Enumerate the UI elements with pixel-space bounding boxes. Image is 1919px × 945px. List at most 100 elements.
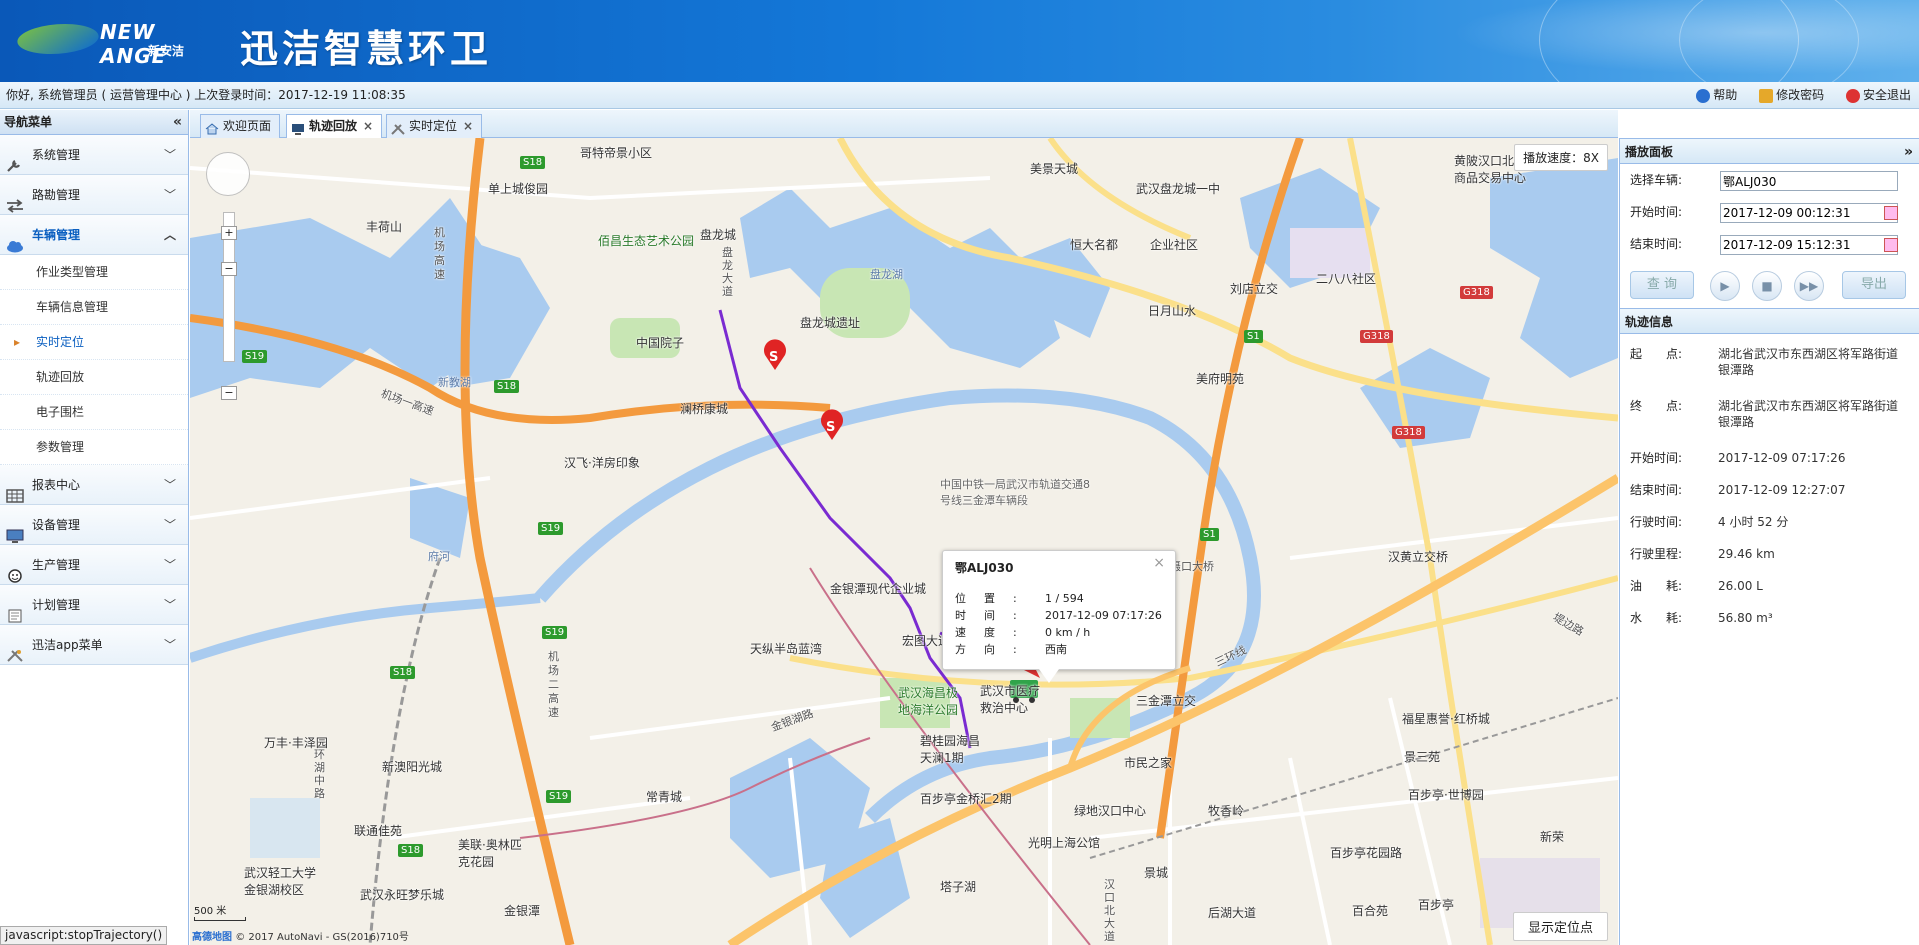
map-label: 福星惠誉·红桥城 bbox=[1402, 712, 1490, 726]
start-time-input[interactable] bbox=[1720, 203, 1898, 223]
menu-system[interactable]: 系统管理 ﹀ bbox=[0, 135, 188, 175]
playback-speed: 播放速度：8X bbox=[1514, 144, 1608, 171]
start-time-row: 开始时间: bbox=[1620, 196, 1919, 228]
calendar-icon[interactable] bbox=[1884, 238, 1898, 252]
track-info-row: 行驶时间: 4 小时 52 分 bbox=[1630, 515, 1789, 529]
map-label: 新教湖 bbox=[438, 376, 471, 389]
track-info-row: 终 点: 湖北省武汉市东西湖区将军路街道银潭路 bbox=[1630, 399, 1899, 429]
submenu-geofence[interactable]: 电子围栏 bbox=[0, 395, 188, 430]
map-label: 武汉盘龙城一中 bbox=[1136, 182, 1221, 196]
map-label: 府河 bbox=[428, 550, 450, 563]
close-icon[interactable]: × bbox=[1153, 555, 1165, 571]
login-info: 你好, 系统管理员 ( 运营管理中心 ) 上次登录时间：2017-12-19 1… bbox=[6, 88, 406, 102]
tools-icon bbox=[391, 120, 405, 135]
map-label: 金银潭现代企业城 bbox=[830, 582, 927, 596]
map-label: 澜桥康城 bbox=[680, 402, 729, 416]
map-label: 武汉轻工大学金银湖校区 bbox=[244, 866, 317, 897]
menu-survey[interactable]: 路勘管理 ﹀ bbox=[0, 175, 188, 215]
arrows-icon bbox=[6, 189, 24, 213]
monitor-icon bbox=[6, 519, 24, 543]
show-location-points-button[interactable]: 显示定位点 bbox=[1512, 912, 1608, 941]
track-info-header: 轨迹信息 bbox=[1620, 308, 1919, 334]
pan-control[interactable] bbox=[206, 152, 250, 196]
map-label: 汉口北大道 bbox=[1104, 878, 1115, 943]
zoom-out-button[interactable]: − bbox=[221, 386, 237, 400]
map-label: 企业社区 bbox=[1150, 238, 1199, 252]
road-shield: S18 bbox=[494, 380, 520, 393]
change-password-link[interactable]: 修改密码 bbox=[1759, 88, 1824, 103]
map-label: 武汉永旺梦乐城 bbox=[360, 888, 445, 902]
calendar-icon[interactable] bbox=[1884, 206, 1898, 220]
submenu-parameters[interactable]: 参数管理 bbox=[0, 430, 188, 465]
tab-realtime-location[interactable]: 实时定位 × bbox=[386, 114, 483, 138]
road-shield: S19 bbox=[242, 350, 268, 363]
wrench-icon bbox=[6, 149, 24, 172]
playback-panel-header: 播放面板 » bbox=[1620, 138, 1919, 164]
map-label: 百合苑 bbox=[1352, 904, 1389, 918]
chevron-down-icon: ﹀ bbox=[163, 558, 176, 572]
close-tab-icon[interactable]: × bbox=[363, 119, 373, 133]
road-shield: S1 bbox=[1200, 528, 1219, 541]
chevron-up-icon: ︿ bbox=[163, 228, 176, 242]
company-logo: NEW ANGE 新安洁 bbox=[11, 18, 218, 68]
close-tab-icon[interactable]: × bbox=[463, 119, 473, 133]
map-label: 百步亭金桥汇2期 bbox=[920, 792, 1012, 806]
collapse-sidebar-button[interactable]: « bbox=[173, 110, 182, 135]
map-label: 盘龙大道 bbox=[722, 246, 733, 298]
tab-track-playback[interactable]: 轨迹回放 × bbox=[286, 114, 383, 139]
popup-table: 位置: 1 / 594 时间: 2017-12-09 07:17:26 速度: 0 k… bbox=[955, 592, 1162, 656]
map-label: 百步亭花园路 bbox=[1330, 846, 1403, 860]
logout-link[interactable]: 安全退出 bbox=[1845, 88, 1911, 103]
sidebar-header: 导航菜单 « bbox=[0, 110, 188, 135]
menu-reports[interactable]: 报表中心 ﹀ bbox=[0, 465, 188, 505]
map-label: 景三苑 bbox=[1404, 750, 1441, 764]
vehicle-select-input[interactable] bbox=[1720, 171, 1898, 191]
play-icon: ▶ bbox=[1720, 279, 1730, 293]
home-icon bbox=[205, 120, 219, 135]
menu-app[interactable]: 迅洁app菜单 ﹀ bbox=[0, 625, 188, 665]
map-label: 盘龙城遗址 bbox=[800, 316, 861, 330]
zoom-in-button[interactable]: + bbox=[221, 226, 237, 240]
road-shield: S18 bbox=[398, 844, 424, 857]
map-label: 滠口大桥 bbox=[1170, 560, 1214, 573]
expand-panel-icon[interactable]: » bbox=[1904, 139, 1913, 165]
track-info-list: 起 点: 湖北省武汉市东西湖区将军路街道银潭路 终 点: 湖北省武汉市东西湖区将军路… bbox=[1620, 334, 1919, 634]
help-link[interactable]: 帮助 bbox=[1696, 88, 1737, 103]
app-title: 迅洁智慧环卫 bbox=[240, 27, 493, 71]
map-label: 天纵半岛蓝湾 bbox=[750, 642, 823, 656]
submenu-work-type[interactable]: 作业类型管理 bbox=[0, 255, 188, 290]
menu-production[interactable]: 生产管理 ﹀ bbox=[0, 545, 188, 585]
chevron-down-icon: ﹀ bbox=[163, 638, 176, 652]
track-info-row: 起 点: 湖北省武汉市东西湖区将军路街道银潭路 bbox=[1630, 347, 1899, 377]
map-label: 环湖中路 bbox=[314, 748, 325, 800]
track-info-row: 结束时间: 2017-12-09 12:27:07 bbox=[1630, 483, 1846, 497]
menu-vehicle[interactable]: 车辆管理 ︿ bbox=[0, 215, 188, 255]
map-label: 绿地汉口中心 bbox=[1074, 804, 1147, 818]
road-shield: S19 bbox=[542, 626, 568, 639]
map-label: 机场高速 bbox=[434, 226, 445, 281]
fast-forward-button[interactable]: ▶▶ bbox=[1794, 271, 1824, 301]
map-label: 碧桂园海昌天澜1期 bbox=[920, 734, 981, 765]
end-time-input[interactable] bbox=[1720, 235, 1898, 255]
menu-devices[interactable]: 设备管理 ﹀ bbox=[0, 505, 188, 545]
export-button[interactable]: 导出 bbox=[1842, 271, 1906, 299]
query-button[interactable]: 查 询 bbox=[1630, 271, 1694, 299]
map-label: 汉黄立交桥 bbox=[1388, 550, 1449, 564]
stop-button[interactable]: ■ bbox=[1752, 271, 1782, 301]
play-button[interactable]: ▶ bbox=[1710, 271, 1740, 301]
map-view[interactable]: S S 哥特帝景小区 单上城俊园 丰荷山 佰昌生态艺术公园 盘龙城 盘龙城遗址 … bbox=[190, 138, 1618, 945]
submenu-vehicle-info[interactable]: 车辆信息管理 bbox=[0, 290, 188, 325]
power-icon bbox=[1845, 88, 1860, 103]
tab-welcome[interactable]: 欢迎页面 bbox=[200, 114, 281, 138]
menu-plans[interactable]: 计划管理 ﹀ bbox=[0, 585, 188, 625]
map-label: 中国中铁一局武汉市轨道交通8号线三金潭车辆段 bbox=[940, 478, 1090, 507]
submenu-track-playback[interactable]: 轨迹回放 bbox=[0, 360, 188, 395]
map-label: 二八八社区 bbox=[1316, 272, 1377, 286]
map-label: 后湖大道 bbox=[1208, 906, 1257, 920]
zoom-handle[interactable]: − bbox=[221, 262, 237, 276]
playback-controls: 查 询 ▶ ■ ▶▶ 导出 bbox=[1620, 260, 1919, 308]
map-label: 新澳阳光城 bbox=[382, 760, 443, 774]
submenu-realtime-location[interactable]: 实时定位 bbox=[0, 325, 188, 360]
map-label: 丰荷山 bbox=[366, 220, 403, 234]
end-time-row: 结束时间: bbox=[1620, 228, 1919, 260]
